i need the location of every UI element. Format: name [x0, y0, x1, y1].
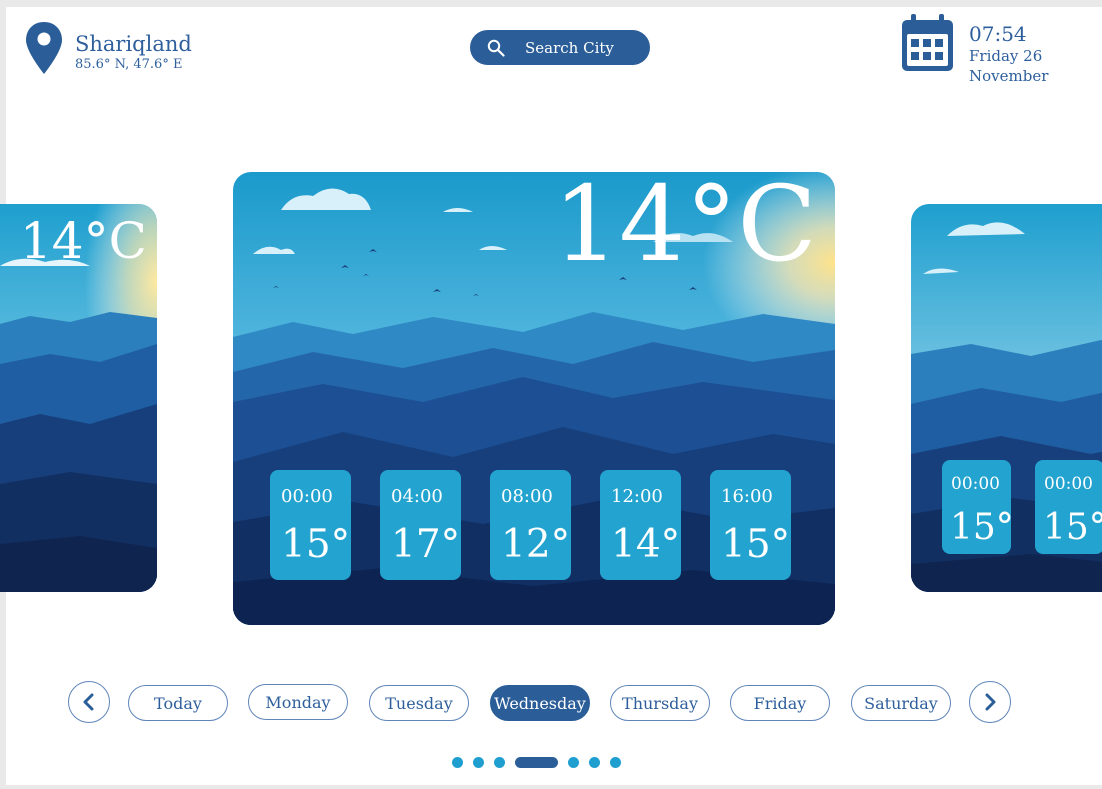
hourly-temperature: 15° — [281, 522, 351, 567]
pagination-dot[interactable] — [452, 757, 463, 768]
search-label: Search City — [525, 38, 614, 57]
hourly-forecast-tile[interactable]: 00:00 15° — [942, 460, 1014, 554]
hourly-time: 08:00 — [501, 486, 553, 507]
pagination-dot[interactable] — [494, 757, 505, 768]
current-time: 07:54 — [969, 22, 1027, 46]
hourly-temperature: 15° — [950, 507, 1014, 548]
day-tab-thursday[interactable]: Thursday — [610, 685, 710, 721]
location-block: Shariqland 85.6° N, 47.6° E — [24, 20, 192, 76]
hourly-time: 00:00 — [1044, 474, 1093, 494]
next-day-button[interactable] — [969, 681, 1011, 723]
hourly-temperature: 15° — [721, 522, 791, 567]
hourly-forecast-tile[interactable]: 12:00 14° — [600, 470, 681, 580]
selected-day-card: 14°C 00:00 15° 04:00 17° 08:00 12° 12:00… — [233, 172, 835, 625]
hourly-temperature: 17° — [391, 522, 461, 567]
day-tab-saturday[interactable]: Saturday — [851, 685, 951, 721]
hourly-time: 00:00 — [951, 474, 1000, 494]
window-frame-top — [0, 0, 1102, 7]
search-icon — [487, 39, 505, 57]
previous-day-card[interactable]: 14°C — [0, 204, 157, 592]
main-temperature: 14°C — [553, 172, 817, 285]
day-tab-today[interactable]: Today — [128, 685, 228, 721]
calendar-icon — [902, 14, 953, 71]
window-frame-bottom — [0, 785, 1102, 789]
day-tab-friday[interactable]: Friday — [730, 685, 830, 721]
day-tab-monday[interactable]: Monday — [248, 684, 348, 720]
day-tab-wednesday[interactable]: Wednesday — [490, 685, 590, 721]
hourly-time: 16:00 — [721, 486, 773, 507]
hourly-time: 04:00 — [391, 486, 443, 507]
pagination-dot[interactable] — [610, 757, 621, 768]
hourly-temperature: 14° — [611, 522, 681, 567]
previous-day-button[interactable] — [68, 681, 110, 723]
pagination-dot[interactable] — [473, 757, 484, 768]
pagination-dot[interactable] — [589, 757, 600, 768]
hourly-temperature: 15° — [1043, 507, 1102, 548]
current-date: Friday 26 November — [969, 47, 1049, 85]
hourly-temperature: 12° — [501, 522, 571, 567]
hourly-time: 00:00 — [281, 486, 333, 507]
hourly-forecast-tile[interactable]: 00:00 15° — [1035, 460, 1102, 554]
city-coordinates: 85.6° N, 47.6° E — [75, 57, 183, 72]
city-name: Shariqland — [75, 32, 192, 56]
chevron-left-icon — [83, 693, 94, 711]
hourly-forecast-tile[interactable]: 00:00 15° — [270, 470, 351, 580]
pagination-dot-active[interactable] — [515, 757, 558, 768]
hourly-time: 12:00 — [611, 486, 663, 507]
hourly-forecast-tile[interactable]: 16:00 15° — [710, 470, 791, 580]
next-day-card[interactable]: 00:00 15° 00:00 15° — [911, 204, 1102, 592]
previous-day-temperature: 14°C — [20, 212, 147, 270]
search-city-button[interactable]: Search City — [470, 30, 650, 65]
day-tab-tuesday[interactable]: Tuesday — [369, 685, 469, 721]
pagination-dot[interactable] — [568, 757, 579, 768]
datetime-block: 07:54 Friday 26 November — [901, 14, 1059, 86]
hourly-forecast-tile[interactable]: 04:00 17° — [380, 470, 461, 580]
pagination-dots — [452, 757, 631, 768]
hourly-forecast-tile[interactable]: 08:00 12° — [490, 470, 571, 580]
map-pin-icon — [26, 22, 62, 74]
chevron-right-icon — [985, 693, 996, 711]
